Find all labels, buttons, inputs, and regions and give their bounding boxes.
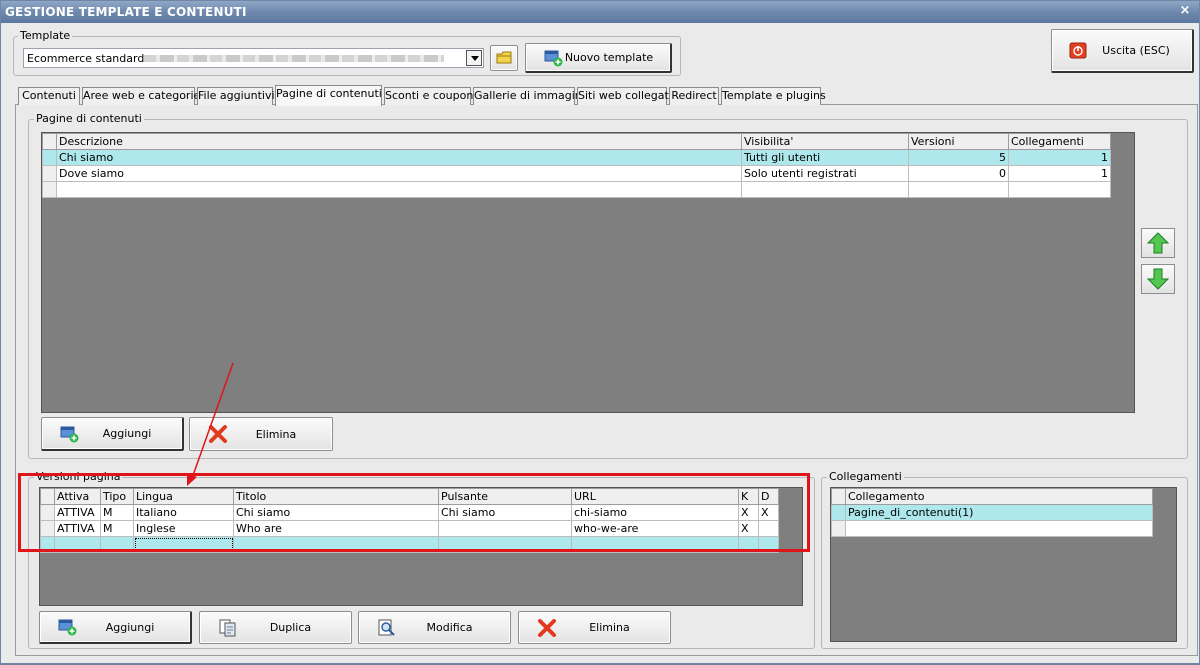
main-window: GESTIONE TEMPLATE E CONTENUTI × Template… [0,0,1200,664]
tab-pagine-contenuti[interactable]: Pagine di contenuti [275,85,382,106]
annotation-arrow [187,362,234,486]
